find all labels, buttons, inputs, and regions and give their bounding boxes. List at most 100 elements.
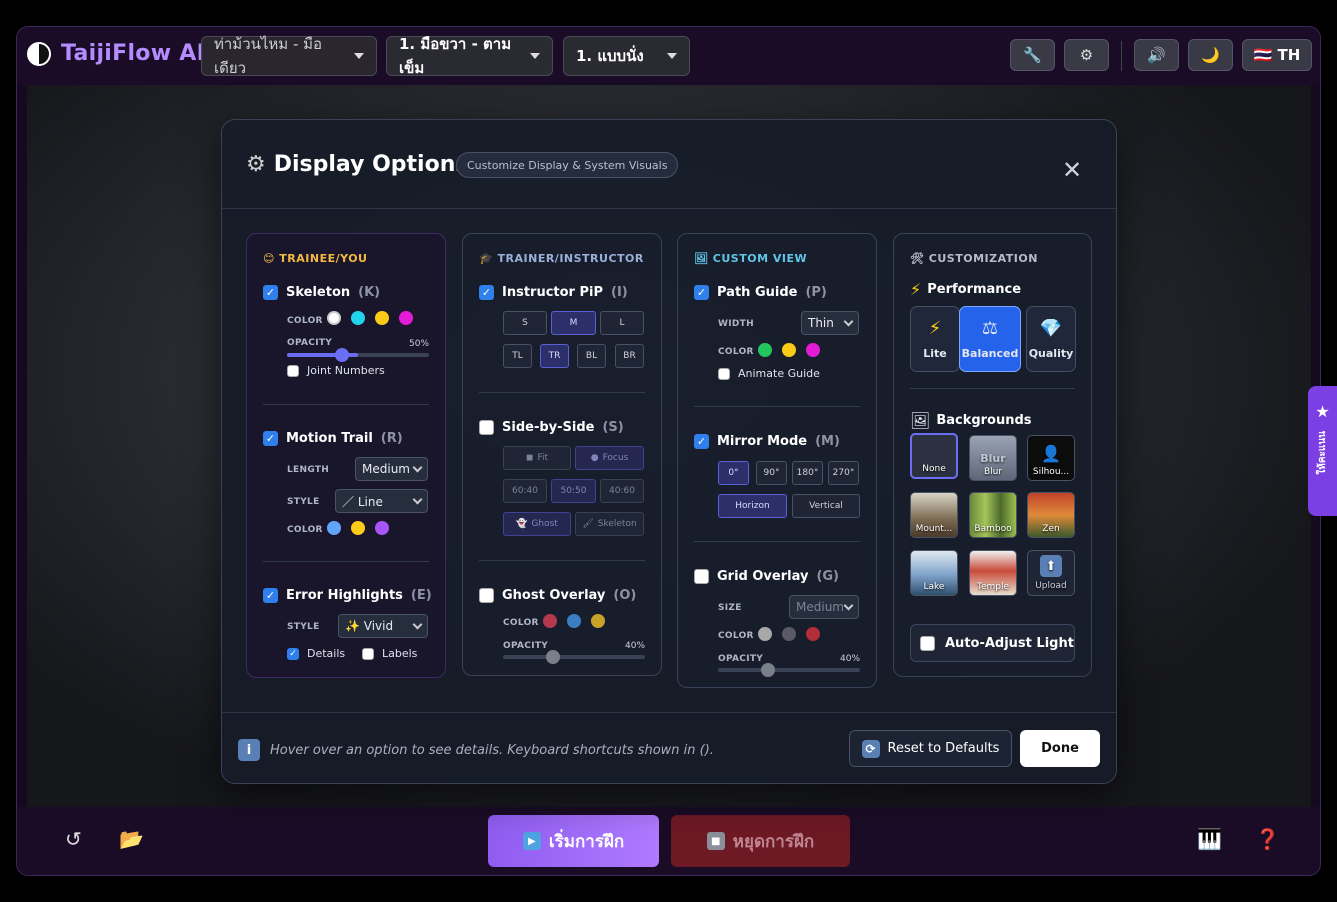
color-swatch-magenta[interactable] (806, 343, 820, 357)
mirror-vertical[interactable]: Vertical (792, 494, 860, 518)
done-button[interactable]: Done (1020, 730, 1100, 767)
background-silhouette[interactable]: 👤 Silhou... (1027, 435, 1075, 481)
performance-balanced[interactable]: ⚖ Balanced (959, 306, 1021, 372)
speaker-icon[interactable]: 🔊 (1134, 39, 1179, 71)
grid-opacity-slider[interactable] (718, 663, 860, 677)
rating-side-tab[interactable]: ★ ให้คะแนน (1308, 386, 1337, 516)
mirror-angle-180[interactable]: 180° (792, 461, 823, 485)
sbs-focus-button[interactable]: ● Focus (575, 446, 644, 470)
ghost-opacity-slider[interactable] (503, 650, 645, 664)
reset-view-icon[interactable]: ↺ (65, 827, 82, 851)
color-swatch-purple[interactable] (375, 521, 389, 535)
slider-knob[interactable] (761, 663, 775, 677)
close-icon[interactable]: ✕ (1062, 156, 1082, 184)
ghost-overlay-toggle[interactable]: Ghost Overlay (O) (479, 588, 636, 603)
pip-pos-tr[interactable]: TR (540, 344, 569, 368)
checkbox[interactable] (920, 635, 935, 651)
pip-pos-tl[interactable]: TL (503, 344, 532, 368)
error-style-select[interactable]: ✨ Vivid (338, 614, 428, 638)
checkbox[interactable]: ✓ (263, 431, 278, 446)
background-lake[interactable]: Lake (910, 550, 958, 596)
color-swatch-magenta[interactable] (399, 311, 413, 325)
color-swatch-grey[interactable] (758, 627, 772, 641)
details-toggle[interactable]: ✓ Details (287, 647, 345, 660)
checkbox[interactable]: ✓ (287, 647, 299, 660)
instructor-pip-toggle[interactable]: ✓ Instructor PiP (I) (479, 285, 628, 300)
pip-pos-bl[interactable]: BL (577, 344, 606, 368)
path-width-select[interactable]: Thin (801, 311, 859, 335)
side-by-side-toggle[interactable]: Side-by-Side (S) (479, 420, 624, 435)
background-bamboo[interactable]: Bamboo (969, 492, 1017, 538)
reset-defaults-button[interactable]: ⟳ Reset to Defaults (849, 730, 1012, 767)
color-swatch-green[interactable] (758, 343, 772, 357)
language-button[interactable]: 🇹🇭 TH (1242, 39, 1312, 71)
checkbox[interactable] (287, 364, 299, 377)
color-swatch-white[interactable] (327, 311, 341, 325)
checkbox[interactable] (718, 367, 730, 380)
hand-direction-dropdown[interactable]: 1. มือขวา - ตามเข็ม (386, 35, 553, 77)
checkbox[interactable] (694, 569, 709, 584)
slider-knob[interactable] (546, 650, 560, 664)
color-swatch-red[interactable] (806, 627, 820, 641)
color-swatch-yellow[interactable] (782, 343, 796, 357)
start-training-button[interactable]: ▶ เริ่มการฝึก (488, 815, 659, 867)
folder-icon[interactable]: 📂 (119, 827, 144, 851)
mirror-angle-90[interactable]: 90° (756, 461, 787, 485)
checkbox[interactable]: ✓ (694, 434, 709, 449)
grid-overlay-toggle[interactable]: Grid Overlay (G) (694, 569, 839, 584)
path-guide-toggle[interactable]: ✓ Path Guide (P) (694, 285, 827, 300)
background-temple[interactable]: Temple (969, 550, 1017, 596)
mirror-mode-toggle[interactable]: ✓ Mirror Mode (M) (694, 434, 840, 449)
performance-quality[interactable]: 💎 Quality (1026, 306, 1076, 372)
joint-numbers-toggle[interactable]: Joint Numbers (287, 364, 385, 377)
checkbox[interactable] (479, 588, 494, 603)
background-zen[interactable]: Zen (1027, 492, 1075, 538)
form-dropdown[interactable]: ท่าม้วนไหม - มือเดียว (201, 35, 377, 77)
color-swatch-gold[interactable] (591, 614, 605, 628)
pip-pos-br[interactable]: BR (615, 344, 644, 368)
checkbox[interactable] (362, 647, 374, 660)
checkbox[interactable]: ✓ (263, 588, 278, 603)
mirror-horizon[interactable]: Horizon (718, 494, 787, 518)
motion-trail-toggle[interactable]: ✓ Motion Trail (R) (263, 431, 403, 446)
checkbox[interactable]: ✓ (694, 285, 709, 300)
gear-icon[interactable]: ⚙ (1064, 39, 1109, 71)
labels-toggle[interactable]: Labels (362, 647, 417, 660)
slider-knob[interactable] (335, 348, 349, 362)
help-icon[interactable]: ❓ (1255, 827, 1280, 851)
color-swatch-yellow[interactable] (375, 311, 389, 325)
error-highlights-toggle[interactable]: ✓ Error Highlights (E) (263, 588, 432, 603)
background-blur[interactable]: Blur Blur (969, 435, 1017, 481)
checkbox[interactable] (479, 420, 494, 435)
color-swatch-yellow[interactable] (351, 521, 365, 535)
color-swatch-cyan[interactable] (351, 311, 365, 325)
pip-size-m[interactable]: M (551, 311, 596, 335)
skeleton-toggle[interactable]: ✓ Skeleton (K) (263, 285, 380, 300)
sbs-ghost-button[interactable]: 👻 Ghost (503, 512, 571, 536)
background-mountain[interactable]: Mount... (910, 492, 958, 538)
pip-size-s[interactable]: S (503, 311, 547, 335)
mirror-angle-0[interactable]: 0° (718, 461, 749, 485)
ratio-60-40[interactable]: 60:40 (503, 479, 547, 503)
mirror-angle-270[interactable]: 270° (828, 461, 859, 485)
moon-icon[interactable]: 🌙 (1188, 39, 1233, 71)
stop-training-button[interactable]: ■ หยุดการฝึก (671, 815, 850, 867)
checkbox[interactable]: ✓ (479, 285, 494, 300)
animate-guide-toggle[interactable]: Animate Guide (718, 367, 820, 380)
ratio-40-60[interactable]: 40:60 (600, 479, 644, 503)
auto-adjust-light-toggle[interactable]: Auto-Adjust Light (910, 624, 1075, 662)
grid-size-select[interactable]: Medium (789, 595, 859, 619)
color-swatch-dark-grey[interactable] (782, 627, 796, 641)
ratio-50-50[interactable]: 50:50 (551, 479, 596, 503)
piano-icon[interactable]: 🎹 (1197, 827, 1222, 851)
wrench-icon[interactable]: 🔧 (1010, 39, 1055, 71)
color-swatch-blue[interactable] (327, 521, 341, 535)
pip-size-l[interactable]: L (600, 311, 644, 335)
trail-style-select[interactable]: ／ Line (335, 489, 428, 513)
opacity-slider[interactable] (287, 348, 429, 362)
color-swatch-red[interactable] (543, 614, 557, 628)
performance-lite[interactable]: ⚡ Lite (910, 306, 960, 372)
background-upload[interactable]: ⬆ Upload (1027, 550, 1075, 596)
length-select[interactable]: Medium (355, 457, 428, 481)
color-swatch-blue[interactable] (567, 614, 581, 628)
